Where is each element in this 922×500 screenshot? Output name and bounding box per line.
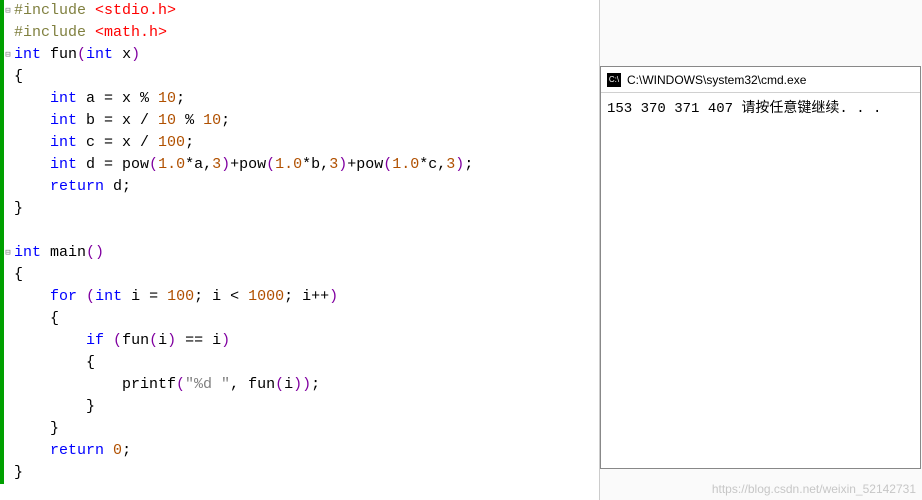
- code-text: int main(): [14, 242, 104, 264]
- code-line[interactable]: #include <math.h>: [0, 22, 599, 44]
- fold-margin: [0, 374, 4, 396]
- fold-margin: [0, 154, 4, 176]
- code-line[interactable]: return 0;: [0, 440, 599, 462]
- fold-margin: [0, 308, 4, 330]
- code-line[interactable]: printf("%d ", fun(i));: [0, 374, 599, 396]
- code-text: {: [14, 352, 95, 374]
- code-line[interactable]: ⊟int fun(int x): [0, 44, 599, 66]
- fold-margin: [0, 352, 4, 374]
- fold-margin: [0, 66, 4, 88]
- code-text: }: [14, 462, 23, 484]
- code-line[interactable]: if (fun(i) == i): [0, 330, 599, 352]
- code-line[interactable]: {: [0, 308, 599, 330]
- code-line[interactable]: int c = x / 100;: [0, 132, 599, 154]
- fold-margin: [0, 418, 4, 440]
- cmd-output: 153 370 371 407 请按任意键继续. . .: [601, 93, 920, 468]
- code-text: int fun(int x): [14, 44, 140, 66]
- code-text: #include <math.h>: [14, 22, 167, 44]
- cmd-title: C:\WINDOWS\system32\cmd.exe: [627, 73, 806, 87]
- fold-minus-icon[interactable]: ⊟: [3, 44, 13, 66]
- code-editor[interactable]: ⊟#include <stdio.h>#include <math.h>⊟int…: [0, 0, 600, 500]
- code-line[interactable]: {: [0, 66, 599, 88]
- code-text: }: [14, 418, 59, 440]
- code-text: {: [14, 66, 23, 88]
- fold-margin: [0, 462, 4, 484]
- code-text: {: [14, 264, 23, 286]
- code-line[interactable]: {: [0, 264, 599, 286]
- fold-margin: [0, 198, 4, 220]
- cmd-window: C:\ C:\WINDOWS\system32\cmd.exe 153 370 …: [600, 66, 921, 469]
- code-line[interactable]: int b = x / 10 % 10;: [0, 110, 599, 132]
- watermark: https://blog.csdn.net/weixin_52142731: [712, 482, 916, 496]
- code-text: for (int i = 100; i < 1000; i++): [14, 286, 338, 308]
- terminal-icon: C:\: [607, 73, 621, 87]
- code-line[interactable]: ⊟int main(): [0, 242, 599, 264]
- code-line[interactable]: int d = pow(1.0*a,3)+pow(1.0*b,3)+pow(1.…: [0, 154, 599, 176]
- code-line[interactable]: return d;: [0, 176, 599, 198]
- code-text: int d = pow(1.0*a,3)+pow(1.0*b,3)+pow(1.…: [14, 154, 473, 176]
- code-text: int c = x / 100;: [14, 132, 194, 154]
- code-line[interactable]: }: [0, 418, 599, 440]
- code-text: int a = x % 10;: [14, 88, 185, 110]
- code-line[interactable]: }: [0, 198, 599, 220]
- code-line[interactable]: [0, 220, 599, 242]
- fold-margin: [0, 110, 4, 132]
- code-text: {: [14, 308, 59, 330]
- code-line[interactable]: for (int i = 100; i < 1000; i++): [0, 286, 599, 308]
- fold-margin: [0, 22, 4, 44]
- code-text: }: [14, 198, 23, 220]
- code-text: return d;: [14, 176, 131, 198]
- code-text: int b = x / 10 % 10;: [14, 110, 230, 132]
- fold-margin: [0, 440, 4, 462]
- code-line[interactable]: {: [0, 352, 599, 374]
- code-line[interactable]: }: [0, 462, 599, 484]
- code-text: return 0;: [14, 440, 131, 462]
- cmd-titlebar[interactable]: C:\ C:\WINDOWS\system32\cmd.exe: [601, 67, 920, 93]
- fold-margin: [0, 88, 4, 110]
- code-text: #include <stdio.h>: [14, 0, 176, 22]
- code-line[interactable]: }: [0, 396, 599, 418]
- code-text: printf("%d ", fun(i));: [14, 374, 320, 396]
- fold-margin: [0, 176, 4, 198]
- code-line[interactable]: int a = x % 10;: [0, 88, 599, 110]
- code-line[interactable]: ⊟#include <stdio.h>: [0, 0, 599, 22]
- fold-margin: [0, 286, 4, 308]
- code-text: if (fun(i) == i): [14, 330, 230, 352]
- fold-margin: [0, 220, 4, 242]
- fold-margin: [0, 132, 4, 154]
- fold-minus-icon[interactable]: ⊟: [3, 0, 13, 22]
- fold-margin: [0, 396, 4, 418]
- code-text: }: [14, 396, 95, 418]
- fold-margin: [0, 330, 4, 352]
- fold-margin: [0, 264, 4, 286]
- fold-minus-icon[interactable]: ⊟: [3, 242, 13, 264]
